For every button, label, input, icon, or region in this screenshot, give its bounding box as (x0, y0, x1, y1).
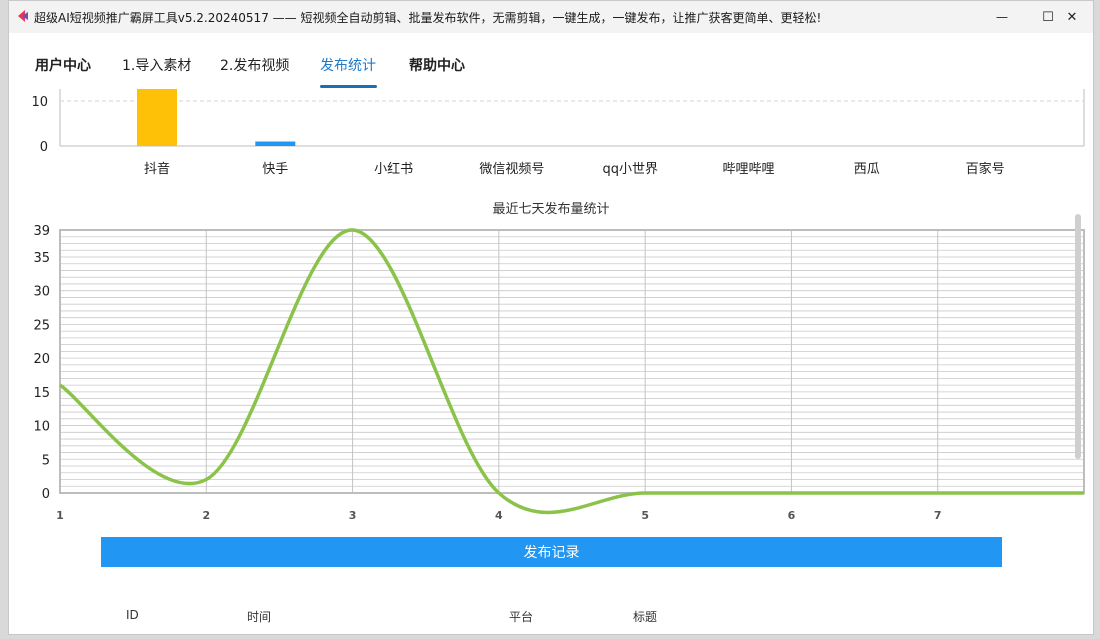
tab-user-center[interactable]: 用户中心 (35, 55, 91, 75)
line-chart-x-tick: 7 (934, 509, 942, 522)
line-chart-y-tick: 30 (33, 285, 50, 300)
line-chart-x-tick: 2 (202, 509, 210, 522)
chart-scrollbar[interactable] (1075, 214, 1081, 459)
line-chart-frame (59, 229, 1085, 494)
title-bar: 超级AI短视频推广霸屏工具v5.2.20240517 —— 短视频全自动剪辑、批… (9, 1, 1093, 33)
bar-1 (255, 141, 296, 146)
line-chart-x-tick: 4 (495, 509, 503, 522)
line-chart-y-tick: 39 (33, 224, 50, 239)
line-chart-y-tick: 10 (33, 420, 50, 435)
bar-category-label: 微信视频号 (479, 162, 544, 177)
minimize-button[interactable]: — (979, 1, 1025, 33)
bar-category-label: qq小世界 (602, 162, 658, 177)
tab-import-material[interactable]: 1.导入素材 (122, 55, 191, 75)
tab-help-center[interactable]: 帮助中心 (409, 55, 465, 75)
bar-category-label: 小红书 (374, 161, 413, 177)
line-chart-y-tick: 15 (33, 386, 50, 401)
bar-chart-y-tick: 0 (40, 140, 48, 155)
bar-0 (137, 89, 177, 146)
line-chart-y-tick: 0 (42, 487, 50, 502)
close-button[interactable]: ✕ (1049, 1, 1093, 33)
weekly-line-chart: 最近七天发布量统计 0 5 10 15 20 25 30 35 39 1 2 3 4 5 6 7 (33, 201, 1085, 522)
bar-chart-y-tick: 10 (31, 95, 48, 110)
window-title: 超级AI短视频推广霸屏工具v5.2.20240517 —— 短视频全自动剪辑、批… (34, 11, 822, 25)
line-chart-x-tick: 6 (788, 509, 796, 522)
line-chart-y-tick: 35 (33, 251, 50, 266)
active-tab-indicator (320, 85, 377, 88)
bar-category-label: 哔哩哔哩 (722, 162, 774, 177)
line-chart-title: 最近七天发布量统计 (492, 201, 609, 217)
tab-bar: 用户中心 1.导入素材 2.发布视频 发布统计 帮助中心 (9, 33, 1093, 89)
column-header-title[interactable]: 标题 (633, 608, 657, 625)
close-icon: ✕ (1066, 9, 1078, 25)
line-chart-x-tick: 1 (56, 509, 64, 522)
tab-publish-video[interactable]: 2.发布视频 (220, 55, 289, 75)
bar-category-label: 百家号 (966, 161, 1005, 177)
minimize-icon: — (996, 10, 1008, 24)
bar-category-label: 快手 (262, 162, 288, 177)
publish-records-button[interactable]: 发布记录 (101, 537, 1002, 567)
line-chart-y-tick: 25 (33, 318, 50, 333)
app-window: 超级AI短视频推广霸屏工具v5.2.20240517 —— 短视频全自动剪辑、批… (8, 0, 1094, 635)
app-logo-icon (18, 10, 28, 22)
line-chart-x-tick: 3 (349, 509, 357, 522)
line-chart-y-tick: 20 (33, 352, 50, 367)
bar-category-label: 抖音 (144, 161, 170, 177)
line-chart-y-tick: 5 (42, 453, 50, 468)
platform-bar-chart: 10 0 抖音 快手 小红书 微信视频号 qq小世界 哔哩哔哩 西瓜 百家号 (31, 89, 1085, 177)
bar-category-label: 西瓜 (854, 162, 880, 177)
line-chart-x-tick: 5 (641, 509, 649, 522)
column-header-platform[interactable]: 平台 (509, 608, 533, 625)
column-header-time[interactable]: 时间 (247, 608, 271, 625)
column-header-id[interactable]: ID (126, 608, 139, 622)
tab-publish-stats[interactable]: 发布统计 (320, 55, 376, 75)
